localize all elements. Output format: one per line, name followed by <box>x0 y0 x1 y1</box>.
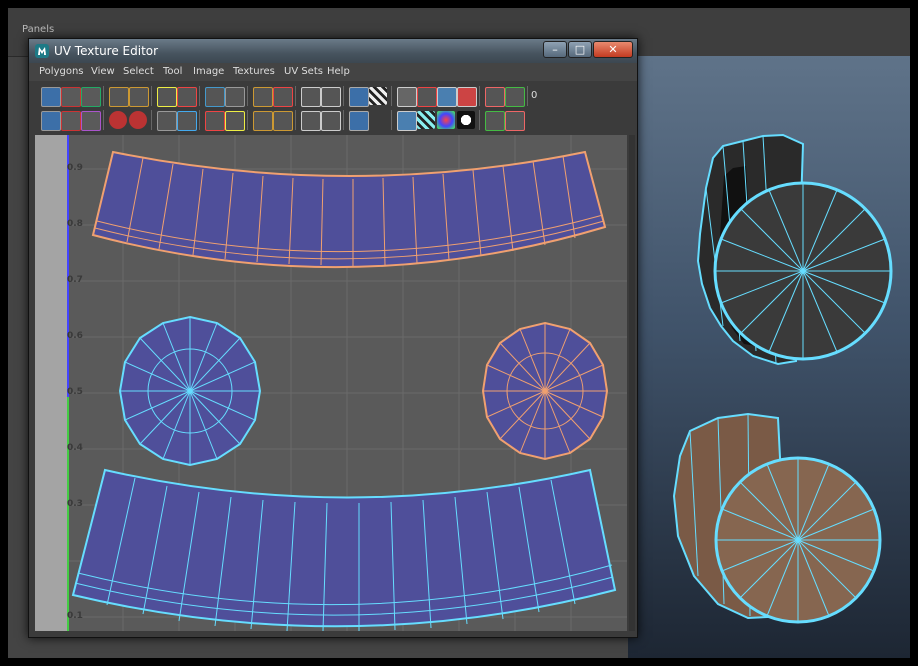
toolbar-separator <box>151 110 152 130</box>
rotate-cw-icon[interactable] <box>109 111 127 129</box>
distortion-icon[interactable] <box>505 87 525 107</box>
color-management-icon[interactable] <box>485 111 505 131</box>
uv-shell-cap-right[interactable] <box>481 321 609 461</box>
magnet-icon[interactable] <box>417 87 437 107</box>
cylinder-mesh-bottom[interactable] <box>672 412 882 624</box>
merge-icon[interactable] <box>253 111 273 131</box>
toolbar-separator <box>295 86 296 106</box>
pin-icon[interactable] <box>177 111 197 131</box>
display-alpha-icon[interactable] <box>457 111 475 129</box>
v-tick-label: 0.8 <box>67 219 83 229</box>
rotate-ccw-icon[interactable] <box>129 87 149 107</box>
select-uv-icon[interactable] <box>41 87 61 107</box>
menu-uv-sets[interactable]: UV Sets <box>284 66 323 77</box>
split-icon[interactable] <box>273 111 293 131</box>
menu-view[interactable]: View <box>91 66 115 77</box>
v-tick-label: 0.4 <box>67 443 83 453</box>
viewport-mesh-render <box>672 133 893 624</box>
copy-icon[interactable] <box>437 87 457 107</box>
menu-textures[interactable]: Textures <box>233 66 275 77</box>
window-titlebar[interactable]: UV Texture Editor – □ ✕ <box>29 39 637 63</box>
v-tick-label: 0.3 <box>67 499 83 509</box>
vertical-scrollbar[interactable] <box>629 135 635 631</box>
toolbar-separator <box>103 86 104 106</box>
uv-texture-editor-window[interactable]: UV Texture Editor – □ ✕ Polygons View Se… <box>28 38 638 638</box>
panels-menu[interactable]: Panels <box>22 24 54 35</box>
sew-uv-icon[interactable] <box>273 87 293 107</box>
toolbar-separator <box>103 110 104 130</box>
normalize-icon[interactable] <box>301 111 321 131</box>
v-tick-label: 0.5 <box>67 387 83 397</box>
v-tick-label: 0.6 <box>67 331 83 341</box>
menu-image[interactable]: Image <box>193 66 224 77</box>
v-tick-label: 0.7 <box>67 275 83 285</box>
toolbar-separator <box>295 110 296 130</box>
uv-layout <box>35 135 627 631</box>
menu-bar: Polygons View Select Tool Image Textures… <box>29 63 637 81</box>
texture-borders-icon[interactable] <box>485 87 505 107</box>
unfold-icon[interactable] <box>301 87 321 107</box>
select-shell-icon[interactable] <box>41 111 61 131</box>
v-tick-label: 0.1 <box>67 611 83 621</box>
grid-snap-icon[interactable] <box>225 87 245 107</box>
toolbar-row-1: 0 <box>35 85 635 107</box>
uv-shell-icon[interactable] <box>397 111 417 131</box>
v-tick-label: 0.9 <box>67 163 83 173</box>
toolbar-separator <box>247 86 248 106</box>
toolbar-separator <box>527 86 528 106</box>
scale-uv-icon[interactable] <box>81 87 101 107</box>
straighten-icon[interactable] <box>157 111 177 131</box>
perspective-viewport[interactable] <box>628 56 910 658</box>
minimize-button[interactable]: – <box>543 41 567 58</box>
paste-icon[interactable] <box>457 87 477 107</box>
cylinder-mesh-top[interactable] <box>696 133 893 366</box>
display-image-icon[interactable] <box>349 87 369 107</box>
unitize-icon[interactable] <box>321 111 341 131</box>
uv-editor-canvas[interactable]: 0.9 0.8 0.7 0.6 0.5 0.4 0.3 0.1 <box>35 135 627 631</box>
move-uv-icon[interactable] <box>61 87 81 107</box>
move-sew-icon[interactable] <box>205 111 225 131</box>
udim-strip <box>35 135 67 631</box>
snap-icon[interactable] <box>225 111 245 131</box>
align-icon[interactable] <box>205 87 225 107</box>
menu-polygons[interactable]: Polygons <box>39 66 84 77</box>
toolbar-separator <box>479 86 480 106</box>
maya-app-icon <box>35 44 49 58</box>
close-button[interactable]: ✕ <box>593 41 633 58</box>
layout-icon[interactable] <box>321 87 341 107</box>
rotate-cw-icon[interactable] <box>109 87 129 107</box>
image-dim-icon[interactable] <box>349 111 369 131</box>
toolbar-separator <box>247 110 248 130</box>
toolbar-value-field[interactable]: 0 <box>531 87 541 105</box>
toolbar-separator <box>199 86 200 106</box>
grid-toggle-icon[interactable] <box>397 87 417 107</box>
menu-help[interactable]: Help <box>327 66 350 77</box>
toolbar-separator <box>391 86 392 106</box>
toolbar-separator <box>343 110 344 130</box>
flip-v-icon[interactable] <box>177 87 197 107</box>
toolbar-row-2 <box>35 109 635 131</box>
toolbar-separator <box>343 86 344 106</box>
toolbar-separator <box>391 110 392 130</box>
filter-icon[interactable] <box>505 111 525 131</box>
uv-shell-side-bottom[interactable] <box>71 468 617 631</box>
uv-shell-cap-left[interactable] <box>118 315 262 467</box>
menu-tool[interactable]: Tool <box>163 66 182 77</box>
select-face-icon[interactable] <box>81 111 101 131</box>
select-border-icon[interactable] <box>61 111 81 131</box>
cut-uv-icon[interactable] <box>253 87 273 107</box>
shaded-uv-icon[interactable] <box>437 111 455 129</box>
maximize-button[interactable]: □ <box>568 41 592 58</box>
toolbar-separator <box>479 110 480 130</box>
toolbar-separator <box>151 86 152 106</box>
flip-u-icon[interactable] <box>157 87 177 107</box>
menu-select[interactable]: Select <box>123 66 154 77</box>
toolbar-separator <box>199 110 200 130</box>
checker-icon[interactable] <box>369 87 387 105</box>
checker-tile-icon[interactable] <box>417 111 435 129</box>
maya-workspace: Panels UV Texture Editor – □ ✕ Polygons … <box>8 8 910 658</box>
window-title: UV Texture Editor <box>54 44 159 58</box>
rotate-ccw-icon[interactable] <box>129 111 147 129</box>
